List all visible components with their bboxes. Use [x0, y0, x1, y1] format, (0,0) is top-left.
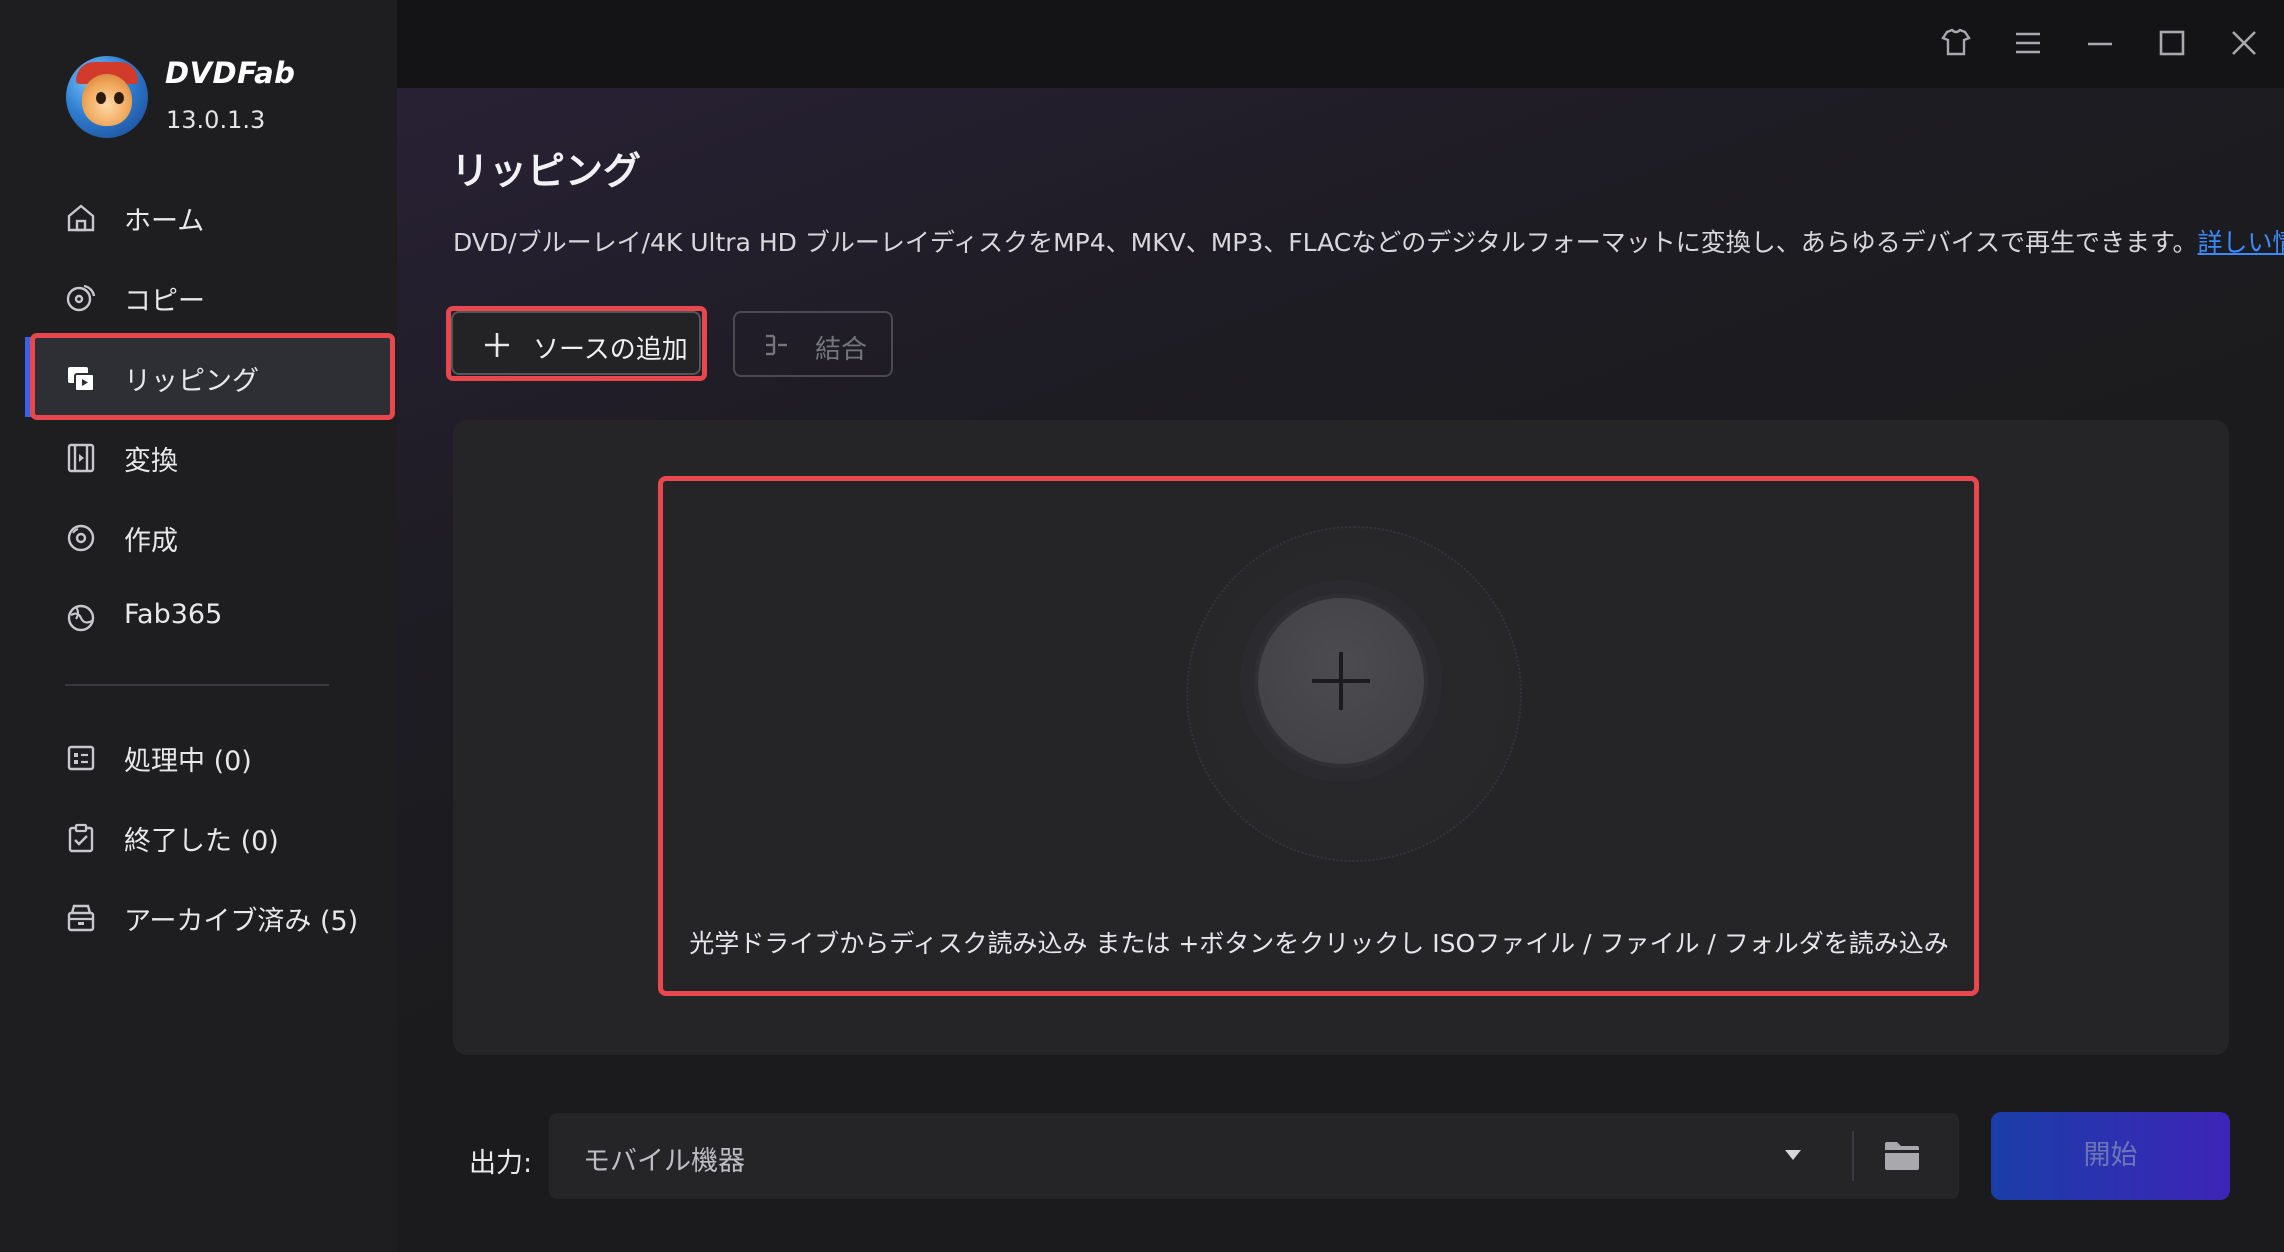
sidebar-item-create[interactable]: 作成 — [30, 497, 393, 577]
sidebar-item-processing[interactable]: 処理中 (0) — [30, 717, 393, 797]
start-button[interactable]: 開始 — [1991, 1112, 2230, 1200]
merge-button[interactable]: 結合 — [733, 311, 893, 377]
sidebar-item-label: リッピング — [124, 366, 259, 397]
disc-icon — [67, 524, 95, 552]
output-profile-select[interactable]: モバイル機器 — [549, 1113, 1959, 1199]
page-title: リッピング — [451, 149, 642, 193]
add-source-button[interactable]: ソースの追加 — [451, 311, 701, 375]
sidebar-item-copy[interactable]: コピー — [30, 257, 393, 337]
sidebar-item-label: ホーム — [124, 206, 205, 237]
sidebar-item-fab365[interactable]: Fab365 — [30, 577, 393, 657]
page-description: DVD/ブルーレイ/4K Ultra HD ブルーレイディスクをMP4、MKV、… — [453, 223, 2284, 259]
sidebar-divider — [65, 684, 329, 686]
output-profile-value: モバイル機器 — [583, 1146, 745, 1177]
plus-icon — [485, 333, 509, 357]
close-icon[interactable] — [2227, 26, 2261, 60]
list-icon — [67, 745, 95, 771]
sidebar-item-label: Fab365 — [124, 599, 223, 630]
app-brand: DVDFab — [165, 56, 296, 90]
select-separator — [1852, 1131, 1854, 1181]
active-indicator — [25, 337, 31, 417]
home-icon — [67, 204, 95, 232]
merge-icon — [766, 334, 787, 356]
sidebar: DVDFab 13.0.1.3 ホーム コピー リッピング 変換 作成 Fab3… — [0, 0, 397, 1252]
archive-icon — [67, 904, 95, 932]
sidebar-item-label: コピー — [124, 286, 205, 317]
app-version: 13.0.1.3 — [166, 106, 266, 134]
film-icon — [67, 443, 95, 473]
sidebar-item-label: アーカイブ済み (5) — [124, 906, 359, 937]
drop-zone-highlight-box — [658, 476, 1979, 996]
maximize-icon[interactable] — [2155, 26, 2189, 60]
merge-label: 結合 — [815, 335, 868, 365]
sidebar-item-archived[interactable]: アーカイブ済み (5) — [30, 877, 393, 957]
clipboard-icon — [68, 823, 94, 853]
drop-hint: 光学ドライブからディスク読み込み または +ボタンをクリックし ISOファイル … — [689, 929, 1949, 958]
sidebar-item-label: 終了した (0) — [124, 826, 279, 857]
folder-icon[interactable] — [1882, 1139, 1922, 1173]
minimize-icon[interactable] — [2083, 26, 2117, 60]
ripper-icon — [68, 367, 95, 392]
details-link[interactable]: 詳しい情報... — [2198, 228, 2284, 257]
output-label: 出力: — [469, 1148, 533, 1179]
add-source-label: ソースの追加 — [533, 335, 688, 365]
description-text: DVD/ブルーレイ/4K Ultra HD ブルーレイディスクをMP4、MKV、… — [453, 228, 2198, 257]
sidebar-item-label: 変換 — [124, 446, 178, 477]
copy-icon — [66, 284, 96, 312]
sidebar-item-convert[interactable]: 変換 — [30, 417, 393, 497]
menu-icon[interactable] — [2011, 26, 2045, 60]
chevron-down-icon[interactable] — [1783, 1148, 1803, 1162]
shirt-icon[interactable] — [1939, 26, 1973, 60]
sidebar-item-label: 作成 — [124, 526, 178, 557]
fab365-icon — [67, 604, 95, 632]
sidebar-item-label: 処理中 (0) — [124, 746, 252, 777]
sidebar-item-finished[interactable]: 終了した (0) — [30, 797, 393, 877]
sidebar-item-ripper[interactable]: リッピング — [25, 337, 393, 417]
sidebar-item-home[interactable]: ホーム — [30, 177, 393, 257]
dvdfab-logo — [66, 56, 148, 138]
title-bar — [397, 0, 2284, 88]
